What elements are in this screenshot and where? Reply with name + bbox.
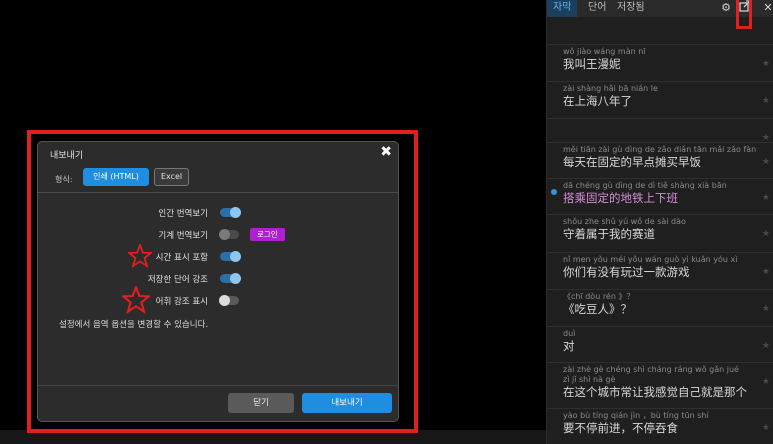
close-sidebar-icon[interactable]: ✕ [761, 0, 773, 17]
subtitle-pinyin: zài shàng hǎi bā nián le [563, 84, 658, 93]
format-label: 형식: [55, 175, 73, 184]
format-excel-button[interactable]: Excel [154, 168, 189, 186]
subtitle-line[interactable]: 《chī dòu rén 》？ 《吃豆人》？ ★ [547, 289, 773, 317]
subtitle-pinyin: yào bù tíng qián jìn ，bù tíng tūn shí [563, 411, 709, 420]
subtitle-pinyin: dā chéng gù dìng de dì tiě shàng xià bān [563, 181, 727, 190]
subtitle-text: 你们有没有玩过一款游戏 [563, 265, 690, 279]
subtitle-pinyin: shǒu zhe shǔ yú wǒ de sài dào [563, 217, 686, 226]
dialog-title: 내보내기 [50, 151, 84, 161]
bookmark-star-icon[interactable]: ★ [762, 96, 770, 106]
tab-subtitles[interactable]: 자막 [547, 0, 578, 17]
subtitle-line[interactable]: zài shàng hǎi bā nián le 在上海八年了 ★ [547, 81, 773, 109]
divider [38, 385, 398, 386]
subtitle-text: 在上海八年了 [563, 94, 632, 108]
export-icon-highlight [736, 0, 752, 29]
bookmark-star-icon[interactable]: ★ [762, 157, 770, 167]
tab-words[interactable]: 단어 [582, 0, 612, 17]
option-vocab-highlight: 어휘 강조 표시 [38, 286, 398, 314]
subtitle-text: 要不停前进，不停吞食 [563, 421, 678, 435]
vocab-highlight-toggle[interactable] [219, 295, 239, 306]
format-html-button[interactable]: 인쇄 (HTML) [83, 168, 149, 186]
subtitle-line-current[interactable]: dā chéng gù dìng de dì tiě shàng xià bān… [547, 178, 773, 206]
option-human-translation: 인간 번역보기 [38, 206, 398, 220]
subtitle-text: 在这个城市常让我感觉自己就是那个 [563, 385, 747, 399]
bookmark-star-icon[interactable]: ★ [762, 341, 770, 351]
close-icon[interactable]: ✖ [380, 144, 392, 160]
subtitle-line[interactable]: ★ [547, 118, 773, 143]
bookmark-star-icon[interactable]: ★ [762, 377, 770, 387]
subtitle-line[interactable]: zài zhè gè chéng shì cháng ráng wǒ gǎn j… [547, 362, 773, 400]
subtitle-line[interactable]: yào bù tíng qián jìn ，bù tíng tūn shí 要不… [547, 408, 773, 436]
option-timestamps: 시간 표시 포함 [38, 244, 398, 268]
subtitle-sidebar: 자막 단어 저장됨 ⚙ ✕ wǒ jiào wáng màn nī 我叫王漫妮 … [546, 0, 773, 444]
current-line-dot-icon [551, 189, 557, 195]
close-button[interactable]: 닫기 [228, 393, 294, 413]
option-machine-translation: 기계 번역보기 로그인 [38, 228, 398, 242]
option-label: 인간 번역보기 [158, 209, 208, 219]
divider [38, 192, 398, 193]
export-button[interactable]: 내보내기 [302, 393, 392, 413]
export-dialog: 내보내기 ✖ 형식: 인쇄 (HTML) Excel 인간 번역보기 기계 번역… [37, 141, 399, 422]
option-label: 시간 표시 포함 [155, 253, 208, 263]
subtitle-pinyin: wǒ jiào wáng màn nī [563, 47, 646, 56]
human-translation-toggle[interactable] [220, 207, 241, 218]
subtitle-text: 守着属于我的赛道 [563, 227, 655, 241]
bookmark-star-icon[interactable]: ★ [762, 193, 770, 203]
settings-note: 설정에서 음역 옵션을 변경할 수 있습니다. [59, 320, 209, 330]
red-star-annotation-icon [128, 244, 152, 268]
app-root: 자막 단어 저장됨 ⚙ ✕ wǒ jiào wáng màn nī 我叫王漫妮 … [0, 0, 773, 444]
option-label: 어휘 강조 표시 [155, 297, 208, 307]
bookmark-star-icon[interactable]: ★ [762, 229, 770, 239]
tab-saved[interactable]: 저장됨 [611, 0, 651, 17]
subtitle-pinyin: měi tiān zài gù dìng de zǎo diǎn tān mǎi… [563, 145, 757, 154]
bookmark-star-icon[interactable]: ★ [762, 304, 770, 314]
option-saved-words: 저장한 단어 강조 [38, 272, 398, 286]
saved-words-toggle[interactable] [220, 273, 241, 284]
subtitle-text: 搭乘固定的地铁上下班 [563, 191, 678, 205]
bookmark-star-icon[interactable]: ★ [762, 267, 770, 277]
subtitle-line[interactable]: měi tiān zài gù dìng de zǎo diǎn tān mǎi… [547, 142, 773, 170]
subtitle-line[interactable]: shǒu zhe shǔ yú wǒ de sài dào 守着属于我的赛道 ★ [547, 214, 773, 242]
subtitle-pinyin: 《chī dòu rén 》？ [563, 292, 635, 301]
subtitle-pinyin: nǐ men yǒu méi yǒu wán guò yì kuǎn yóu x… [563, 255, 738, 264]
option-label: 기계 번역보기 [158, 231, 208, 241]
login-button[interactable]: 로그인 [250, 228, 285, 241]
subtitle-pinyin: duì [563, 329, 576, 338]
subtitle-text: 每天在固定的早点摊买早饭 [563, 155, 701, 169]
subtitle-text: 《吃豆人》？ [563, 302, 632, 316]
gear-icon[interactable]: ⚙ [719, 0, 733, 17]
timestamps-toggle[interactable] [220, 251, 241, 262]
subtitle-line[interactable]: wǒ jiào wáng màn nī 我叫王漫妮 ★ [547, 44, 773, 72]
subtitle-pinyin: zài zhè gè chéng shì cháng ráng wǒ gǎn j… [563, 365, 739, 384]
machine-translation-toggle[interactable] [219, 229, 239, 240]
option-label: 저장한 단어 강조 [147, 275, 208, 285]
subtitle-line[interactable]: duì 对 ★ [547, 326, 773, 354]
sidebar-tabbar: 자막 단어 저장됨 ⚙ ✕ [547, 0, 773, 29]
subtitle-line[interactable]: nǐ men yǒu méi yǒu wán guò yì kuǎn yóu x… [547, 252, 773, 280]
red-star-annotation-icon [122, 286, 150, 314]
subtitle-text: 对 [563, 339, 575, 353]
subtitle-text: 我叫王漫妮 [563, 57, 621, 71]
bookmark-star-icon[interactable]: ★ [762, 59, 770, 69]
bookmark-star-icon[interactable]: ★ [762, 423, 770, 433]
